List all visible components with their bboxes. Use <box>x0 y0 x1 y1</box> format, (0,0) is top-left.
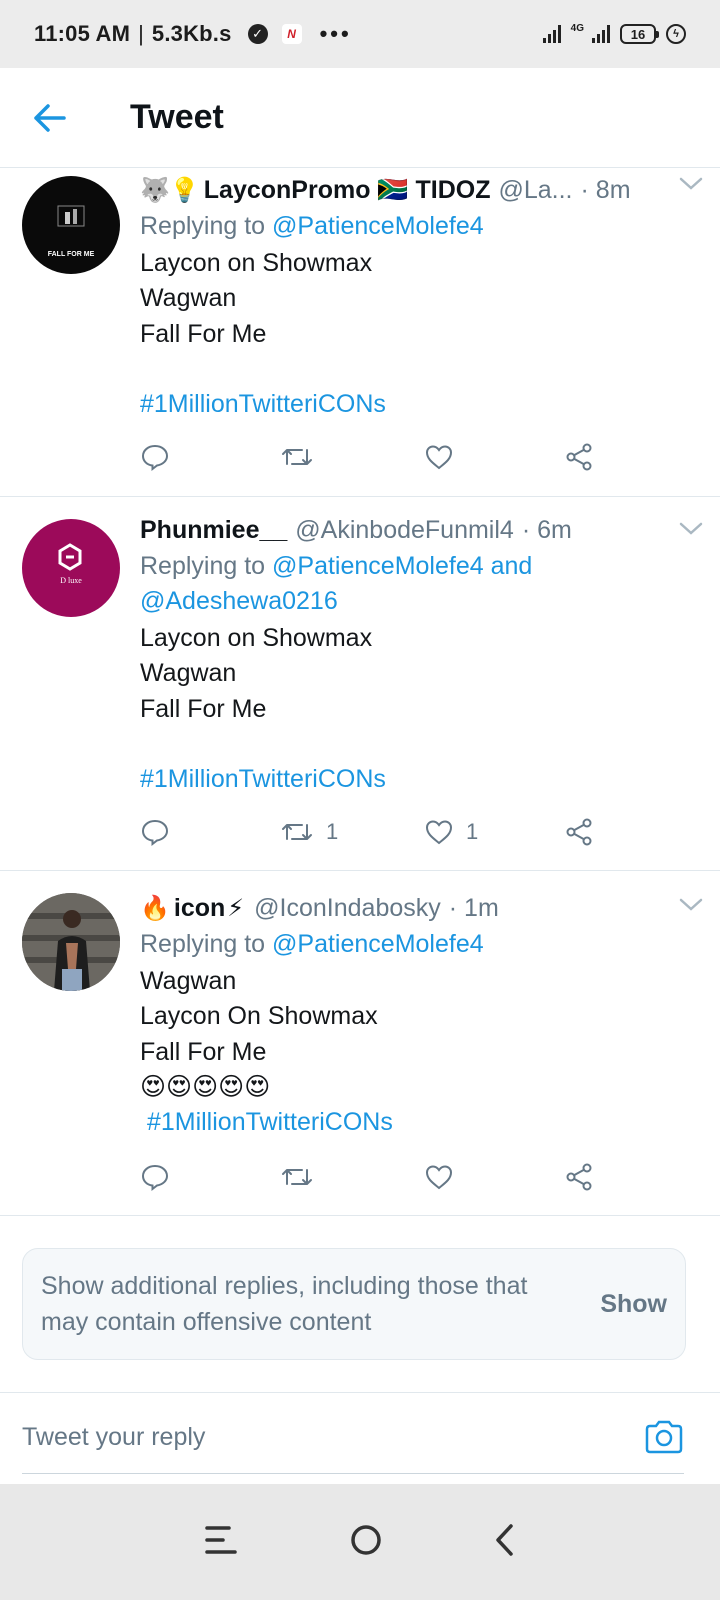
mention-link[interactable]: @PatienceMolefe4 <box>272 212 484 240</box>
avatar-label: FALL FOR ME <box>48 251 95 258</box>
reply-button[interactable] <box>140 1162 170 1192</box>
retweet-icon <box>282 824 312 840</box>
app-header: Tweet <box>0 68 720 168</box>
back-arrow-icon[interactable] <box>24 92 76 144</box>
retweet-button[interactable] <box>280 442 326 472</box>
display-name[interactable]: Phunmiee__ <box>140 516 287 545</box>
system-nav-bar <box>0 1484 720 1600</box>
like-button[interactable] <box>424 1162 466 1192</box>
reply-button[interactable] <box>140 442 170 472</box>
status-time: 11:05 AM <box>34 21 131 46</box>
tweet-item[interactable]: FALL FOR ME 🐺💡 LayconPromo 🇿🇦 TIDOZ @La.… <box>0 168 720 497</box>
mention-link[interactable]: @PatienceMolefe4 <box>272 930 484 958</box>
emoji-suffix: ⚡ <box>227 894 245 922</box>
user-handle[interactable]: @La... <box>498 176 572 205</box>
like-icon <box>425 820 453 845</box>
camera-icon[interactable] <box>644 1419 684 1460</box>
reply-icon <box>141 819 169 847</box>
share-icon <box>566 443 592 471</box>
menu-icon[interactable] <box>203 1523 239 1562</box>
avatar[interactable]: D luxe <box>22 519 120 617</box>
network-type: 4G <box>570 22 584 34</box>
show-button[interactable]: Show <box>600 1290 667 1319</box>
like-button[interactable]: 1 <box>424 817 478 847</box>
share-button[interactable] <box>564 442 594 472</box>
retweet-count: 1 <box>326 819 339 844</box>
more-notifications-icon: ••• <box>319 21 352 46</box>
signal-icon-2 <box>592 25 610 43</box>
reply-bar: Tweet your reply <box>0 1392 720 1484</box>
user-handle[interactable]: @IconIndabosky <box>254 894 441 923</box>
emoji-prefix: 🐺💡 <box>140 176 200 204</box>
tweet-actions <box>140 442 620 482</box>
signal-icon <box>542 25 561 43</box>
retweet-button[interactable] <box>280 1162 326 1192</box>
share-icon <box>566 1163 592 1191</box>
reply-icon <box>141 444 169 472</box>
avatar[interactable] <box>22 893 120 991</box>
hashtag-link[interactable]: #1MillionTwitteriCONs <box>140 1105 640 1140</box>
additional-replies-banner: Show additional replies, including those… <box>22 1248 686 1360</box>
replying-to: Replying to @PatienceMolefe4 and @Adeshe… <box>140 552 533 615</box>
page-title: Tweet <box>130 98 224 136</box>
additional-replies-text: Show additional replies, including those… <box>41 1272 528 1336</box>
status-speed: 5.3Kb.s <box>151 21 232 46</box>
reply-icon <box>141 1164 169 1192</box>
retweet-icon <box>282 449 312 465</box>
replying-to: Replying to @PatienceMolefe4 <box>140 930 484 958</box>
tweet-time: · 8m <box>580 175 631 204</box>
like-count: 1 <box>466 819 479 844</box>
tweet-time: · 6m <box>521 515 572 544</box>
charging-icon: ϟ <box>666 24 686 44</box>
tweet-actions: 1 1 <box>140 817 620 857</box>
caret-down-icon[interactable] <box>678 176 704 197</box>
battery-level: 16 <box>630 26 646 42</box>
notification-app-icon: N <box>281 24 302 44</box>
reply-underline <box>22 1473 684 1474</box>
home-icon[interactable] <box>349 1523 383 1562</box>
tweet-text: Laycon on Showmax Wagwan Fall For Me #1M… <box>140 621 640 797</box>
hashtag-link[interactable]: #1MillionTwitteriCONs <box>140 387 640 422</box>
emoji-prefix: 🔥 <box>140 894 170 922</box>
status-bar: 11:05 AM | 5.3Kb.s ✓ N ••• 4G 16 ϟ <box>0 0 720 68</box>
hashtag-link[interactable]: #1MillionTwitteriCONs <box>140 762 640 797</box>
caret-down-icon[interactable] <box>678 521 704 542</box>
share-button[interactable] <box>564 817 594 847</box>
display-name[interactable]: icon <box>174 894 225 923</box>
tweet-header: 🐺💡 LayconPromo 🇿🇦 TIDOZ @La... · 8m <box>140 173 640 207</box>
tweet-actions <box>140 1162 620 1202</box>
tweet-header: Phunmiee__ @AkinbodeFunmil4 · 6m <box>140 513 640 547</box>
like-icon <box>425 1165 453 1190</box>
like-icon <box>425 445 453 470</box>
share-icon <box>566 818 592 846</box>
emoji-line: 😍😍😍😍😍 <box>140 1072 271 1101</box>
battery-icon: 16 <box>620 24 659 44</box>
reply-input[interactable]: Tweet your reply <box>22 1423 205 1452</box>
tweet-text: Wagwan Laycon On Showmax Fall For Me 😍😍😍… <box>140 964 640 1140</box>
replying-to: Replying to @PatienceMolefe4 <box>140 212 484 240</box>
tweet-item[interactable]: D luxe Phunmiee__ @AkinbodeFunmil4 · 6m … <box>0 497 720 871</box>
caret-down-icon[interactable] <box>678 897 704 918</box>
avatar[interactable]: FALL FOR ME <box>22 176 120 274</box>
back-icon[interactable] <box>493 1523 517 1562</box>
user-handle[interactable]: @AkinbodeFunmil4 <box>295 516 514 545</box>
verified-icon: ✓ <box>247 24 268 44</box>
retweet-icon <box>282 1169 312 1185</box>
display-name[interactable]: LayconPromo 🇿🇦 TIDOZ <box>204 176 491 205</box>
tweet-item[interactable]: 🔥 icon ⚡ @IconIndabosky · 1m Replying to… <box>0 871 720 1216</box>
tweet-text: Laycon on Showmax Wagwan Fall For Me #1M… <box>140 246 640 422</box>
retweet-button[interactable]: 1 <box>280 817 338 847</box>
tweet-header: 🔥 icon ⚡ @IconIndabosky · 1m <box>140 891 640 925</box>
share-button[interactable] <box>564 1162 594 1192</box>
tweet-time: · 1m <box>448 893 499 922</box>
reply-button[interactable] <box>140 817 170 847</box>
avatar-label: D luxe <box>60 576 82 585</box>
like-button[interactable] <box>424 442 466 472</box>
